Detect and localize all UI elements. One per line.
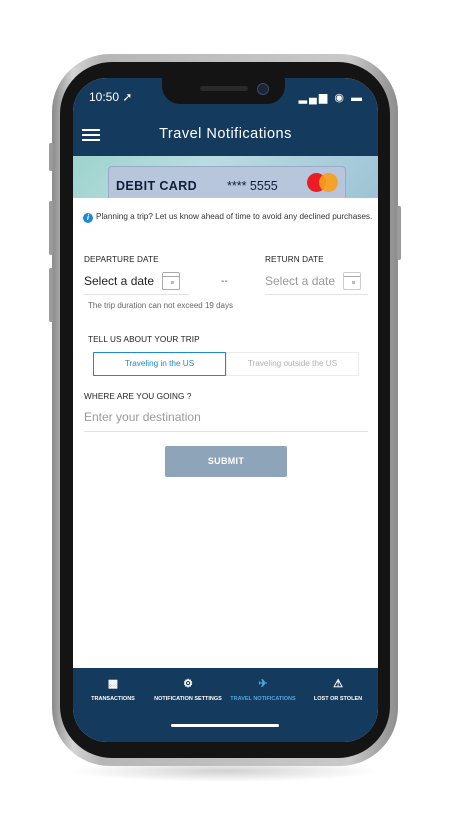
speaker-grille bbox=[200, 86, 248, 91]
info-icon: i bbox=[83, 213, 93, 223]
departure-calendar-icon[interactable] bbox=[162, 272, 180, 290]
departure-date-input[interactable]: Select a date bbox=[84, 274, 154, 288]
bottom-navigation: ▩ TRANSACTIONS ⚙ NOTIFICATION SETTINGS ✈… bbox=[73, 668, 378, 742]
nav-notification-settings[interactable]: ⚙ NOTIFICATION SETTINGS bbox=[150, 678, 226, 703]
info-text: Planning a trip? Let us know ahead of ti… bbox=[96, 212, 373, 221]
volume-up-button bbox=[49, 201, 53, 255]
travel-card-icon: ✈ bbox=[258, 678, 268, 690]
date-separator: -- bbox=[221, 276, 228, 287]
gear-bell-icon: ⚙ bbox=[183, 678, 193, 690]
nav-travel-notifications[interactable]: ✈ TRAVEL NOTIFICATIONS bbox=[225, 678, 301, 703]
nav-lost-or-stolen-label: LOST OR STOLEN bbox=[313, 696, 363, 702]
card-title: DEBIT CARD bbox=[116, 179, 198, 193]
submit-button[interactable]: SUBMIT bbox=[165, 446, 287, 477]
debit-card: DEBIT CARD **** 5555 bbox=[108, 166, 346, 198]
return-calendar-icon[interactable] bbox=[343, 272, 361, 290]
destination-underline bbox=[84, 431, 368, 432]
transactions-icon: ▩ bbox=[107, 678, 119, 690]
mute-switch bbox=[49, 143, 53, 171]
duration-note: The trip duration can not exceed 19 days bbox=[88, 301, 233, 310]
power-button bbox=[397, 206, 401, 260]
info-message: i Planning a trip? Let us know ahead of t… bbox=[83, 211, 373, 223]
card-number: **** 5555 bbox=[227, 179, 278, 193]
traveling-us-option[interactable]: Traveling in the US bbox=[93, 352, 226, 376]
trip-type-label: TELL US ABOUT YOUR TRIP bbox=[88, 335, 200, 344]
departure-date-label: DEPARTURE DATE bbox=[84, 255, 159, 264]
nav-travel-notifications-label: TRAVEL NOTIFICATIONS bbox=[230, 696, 296, 702]
nav-notification-settings-label: NOTIFICATION SETTINGS bbox=[154, 696, 222, 702]
home-indicator[interactable] bbox=[171, 724, 279, 727]
status-time: 10:50 ➚ bbox=[89, 90, 133, 104]
page-title: Travel Notifications bbox=[159, 126, 292, 142]
app-screen: 10:50 ➚ ▂▄▆ ◉ ▬ Travel Notifications DEB… bbox=[73, 78, 378, 742]
return-date-label: RETURN DATE bbox=[265, 255, 324, 264]
return-date-input[interactable]: Select a date bbox=[265, 274, 335, 288]
departure-underline bbox=[84, 294, 189, 295]
nav-lost-or-stolen[interactable]: ⚠ LOST OR STOLEN bbox=[300, 678, 376, 703]
card-banner: DEBIT CARD **** 5555 bbox=[73, 156, 378, 198]
nav-transactions-label: TRANSACTIONS bbox=[91, 696, 135, 702]
mastercard-logo-icon bbox=[307, 173, 339, 193]
return-underline bbox=[265, 294, 368, 295]
status-icons: ▂▄▆ ◉ ▬ bbox=[298, 92, 364, 104]
volume-down-button bbox=[49, 268, 53, 322]
front-camera-icon bbox=[257, 83, 269, 95]
traveling-outside-us-option[interactable]: Traveling outside the US bbox=[226, 352, 359, 376]
travel-form: i Planning a trip? Let us know ahead of t… bbox=[73, 198, 378, 668]
destination-label: WHERE ARE YOU GOING ? bbox=[84, 392, 192, 401]
card-alert-icon: ⚠ bbox=[333, 678, 343, 690]
destination-input[interactable]: Enter your destination bbox=[84, 410, 201, 424]
nav-transactions[interactable]: ▩ TRANSACTIONS bbox=[75, 678, 151, 703]
